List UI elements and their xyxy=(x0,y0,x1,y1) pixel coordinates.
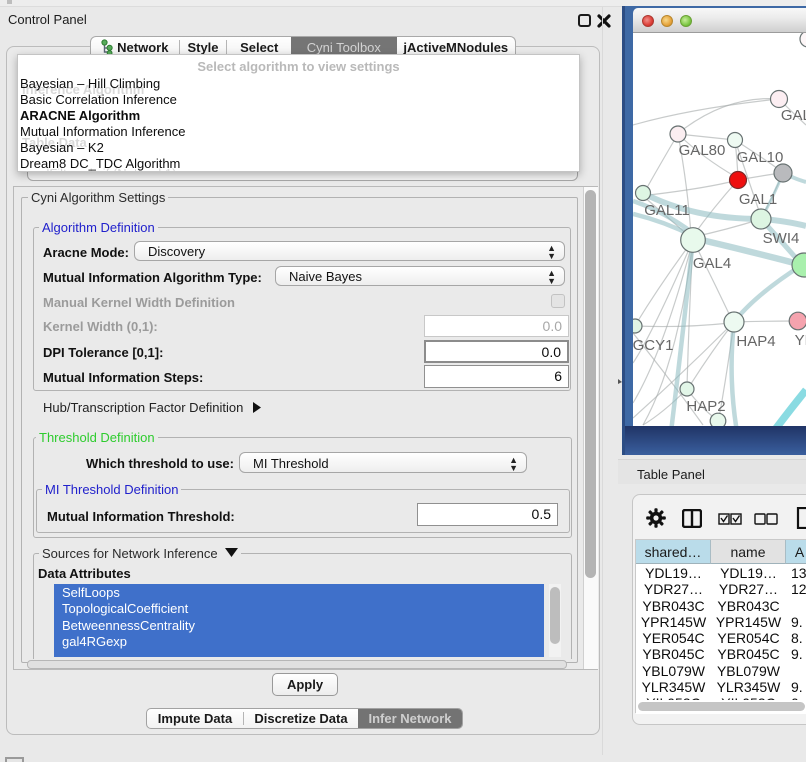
svg-text:GAL1: GAL1 xyxy=(739,191,777,208)
svg-text:SWI4: SWI4 xyxy=(763,230,800,247)
svg-text:HAP4: HAP4 xyxy=(736,333,775,350)
svg-text:GAL80: GAL80 xyxy=(679,142,726,159)
svg-text:HAP2: HAP2 xyxy=(686,398,725,415)
svg-text:GCY1: GCY1 xyxy=(633,337,673,354)
svg-text:GAL11: GAL11 xyxy=(644,202,690,219)
svg-text:GAL10: GAL10 xyxy=(737,149,784,166)
svg-text:YD: YD xyxy=(795,332,806,349)
svg-text:GAL2: GAL2 xyxy=(781,107,806,124)
svg-text:GAL4: GAL4 xyxy=(693,255,731,272)
